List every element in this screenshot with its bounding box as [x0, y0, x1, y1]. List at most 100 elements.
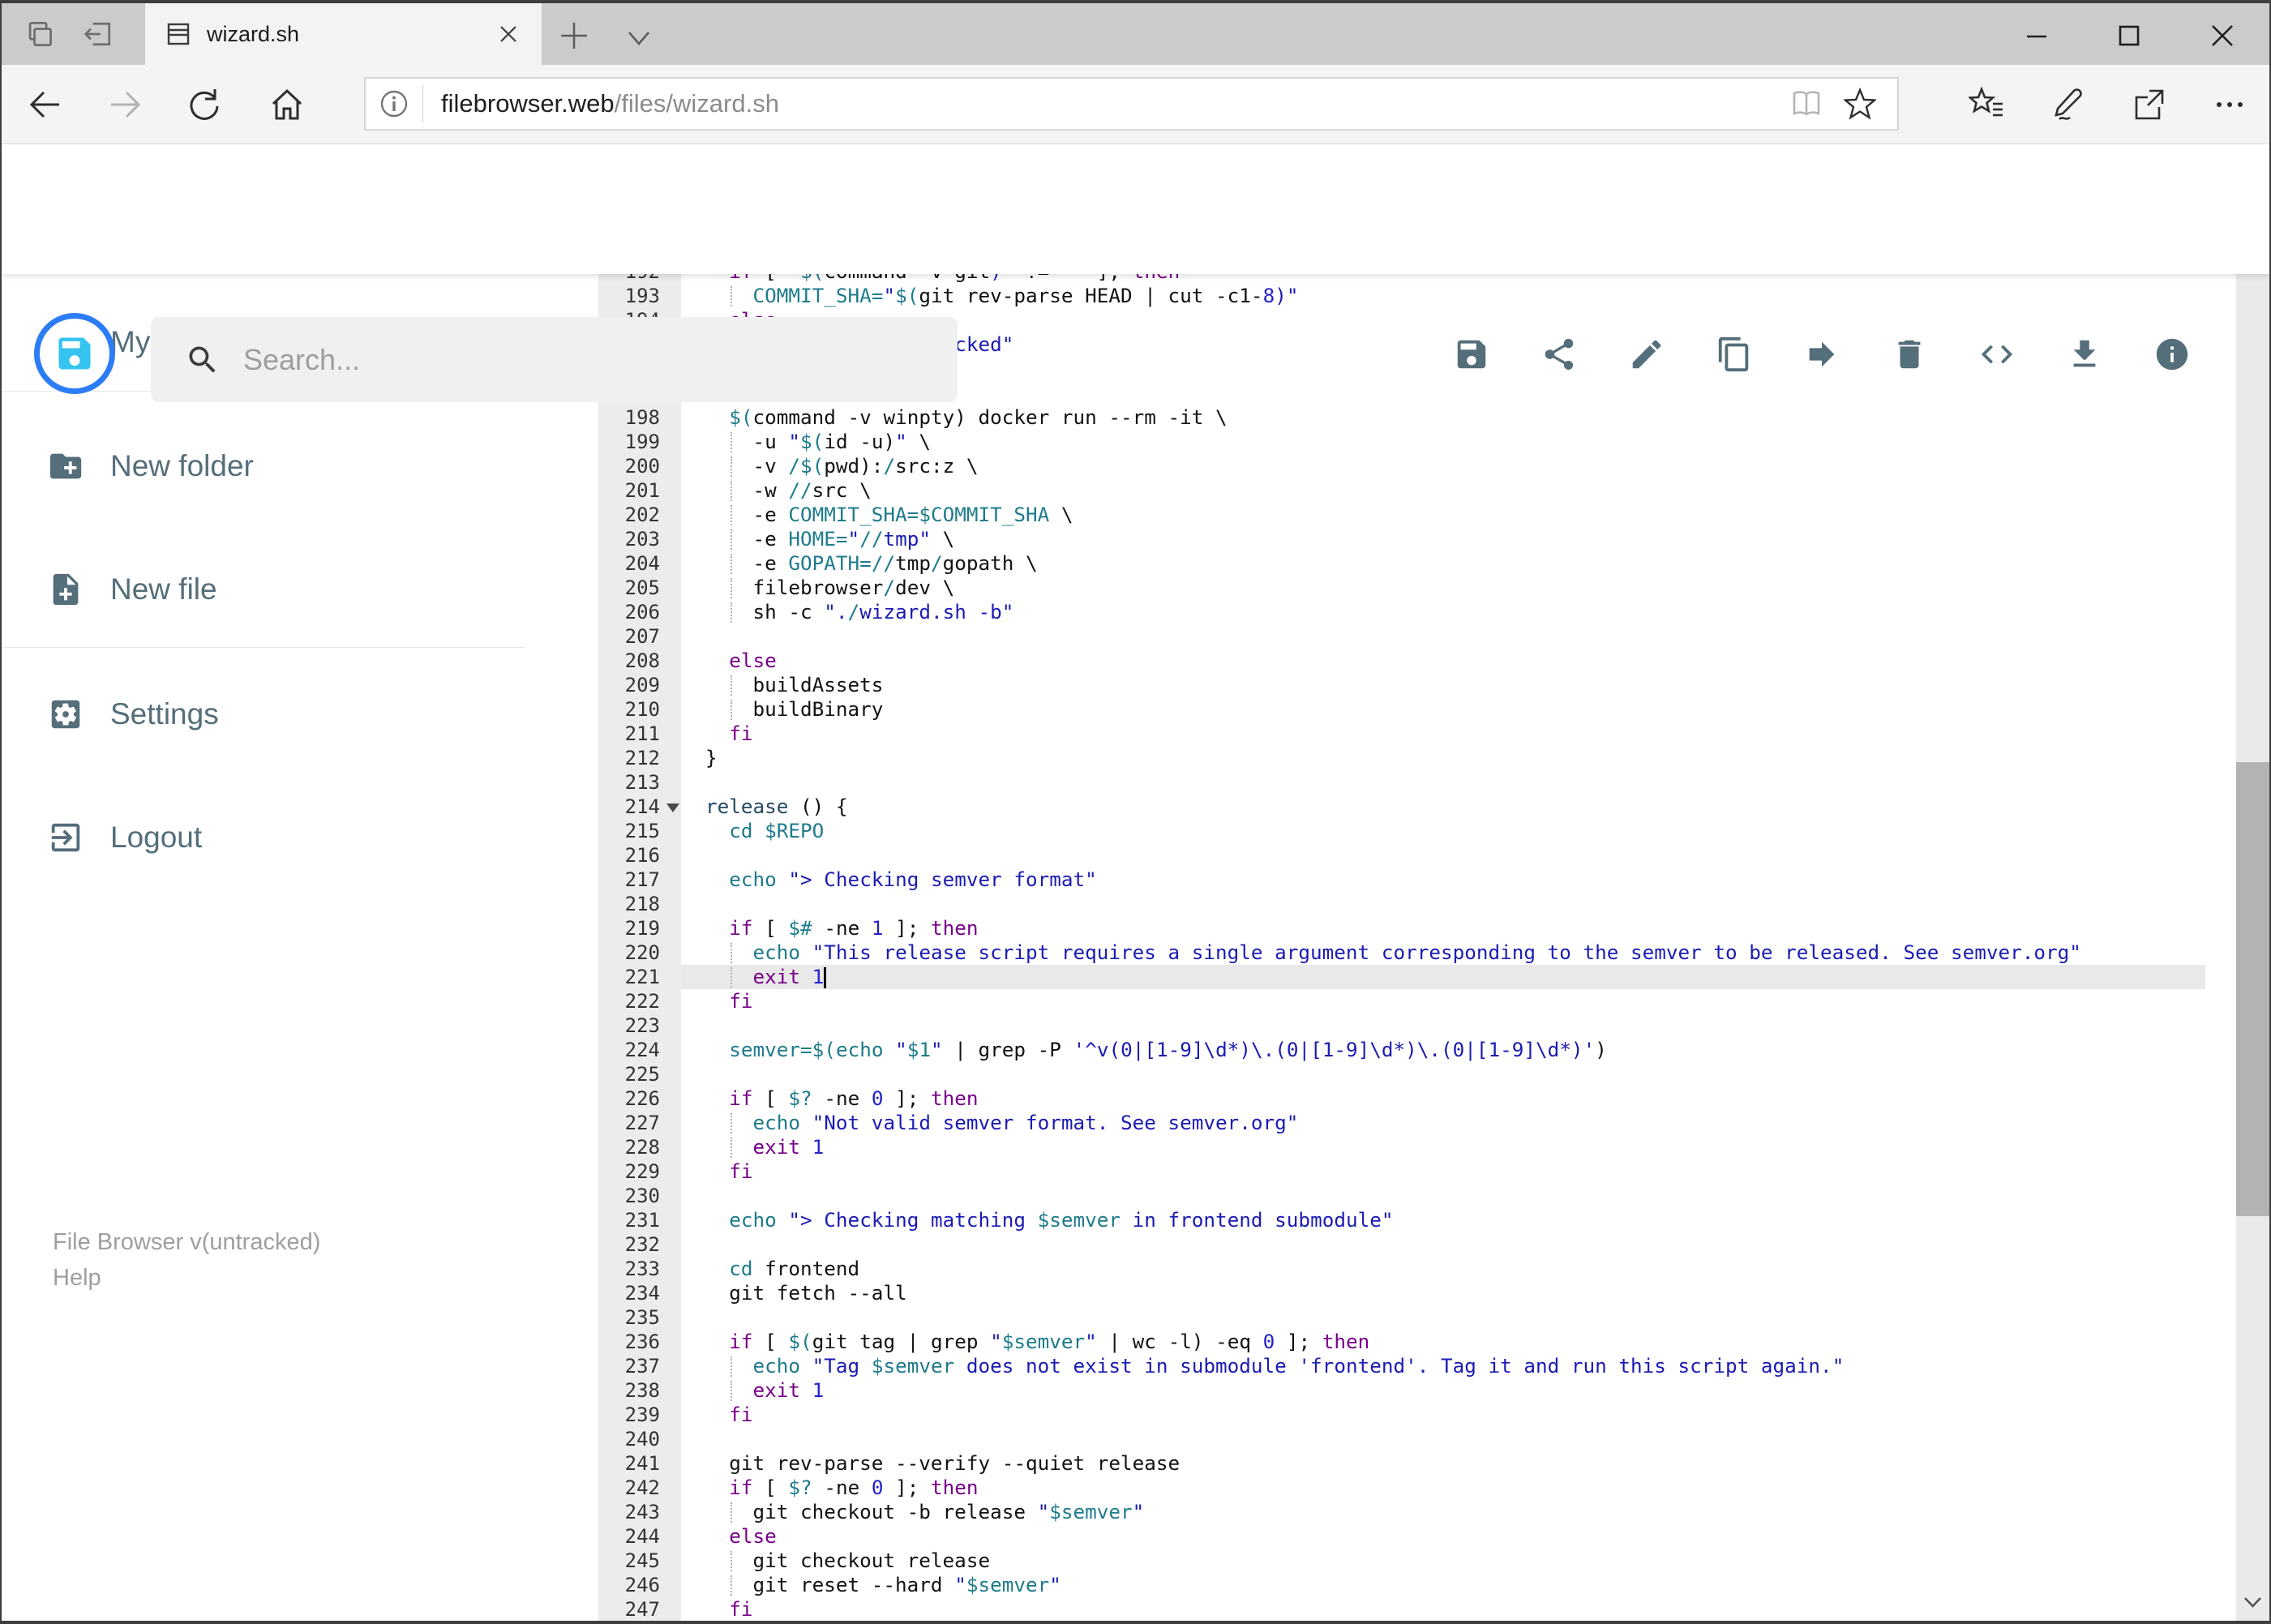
code-line[interactable]: 228 exit 1	[598, 1135, 2236, 1159]
code-text: -w //src \	[705, 478, 872, 502]
code-line[interactable]: 236 if [ $(git tag | grep "$semver" | wc…	[598, 1330, 2236, 1354]
scrollbar-thumb[interactable]	[2236, 762, 2269, 1216]
move-button[interactable]	[1803, 336, 1840, 373]
tab-dropdown-icon[interactable]	[623, 23, 655, 52]
back-icon[interactable]	[27, 86, 64, 123]
code-line[interactable]: 199 -u "$(id -u)" \	[598, 430, 2236, 454]
code-line[interactable]: 237 echo "Tag $semver does not exist in …	[598, 1354, 2236, 1378]
code-line[interactable]: 215 cd $REPO	[598, 819, 2236, 843]
fold-marker-icon[interactable]	[666, 803, 679, 812]
home-icon[interactable]	[268, 86, 306, 123]
forward-icon[interactable]	[106, 86, 144, 123]
download-button[interactable]	[2066, 336, 2103, 373]
code-line[interactable]: 205 filebrowser/dev \	[598, 576, 2236, 600]
sidebar-item-settings[interactable]: Settings	[2, 670, 525, 759]
reading-view-icon[interactable]	[1790, 88, 1823, 120]
code-line[interactable]: 213	[598, 770, 2236, 795]
code-line[interactable]: 208 else	[598, 649, 2236, 673]
code-line[interactable]: 229 fi	[598, 1159, 2236, 1184]
edit-button[interactable]	[1628, 336, 1665, 373]
tab-preview-icon[interactable]	[23, 18, 55, 50]
code-line[interactable]: 243 git checkout -b release "$semver"	[598, 1500, 2236, 1524]
code-line[interactable]: 234 git fetch --all	[598, 1281, 2236, 1305]
code-line[interactable]: 200 -v /$(pwd):/src:z \	[598, 454, 2236, 478]
code-line[interactable]: 238 exit 1	[598, 1378, 2236, 1403]
code-line[interactable]: 210 buildBinary	[598, 697, 2236, 722]
copy-button[interactable]	[1716, 336, 1753, 373]
minimize-button[interactable]	[2019, 18, 2055, 54]
sidebar-item-new-file[interactable]: New file	[2, 545, 525, 634]
code-line[interactable]: 209 buildAssets	[598, 673, 2236, 697]
code-editor[interactable]: 192 if [ "$(command -v git)" != "" ]; th…	[598, 274, 2236, 1621]
code-line[interactable]: 218	[598, 892, 2236, 916]
code-line[interactable]: 241 git rev-parse --verify --quiet relea…	[598, 1451, 2236, 1476]
code-line[interactable]: 223	[598, 1013, 2236, 1038]
code-line[interactable]: 239 fi	[598, 1403, 2236, 1427]
code-line[interactable]: 247 fi	[598, 1597, 2236, 1621]
code-line[interactable]: 231 echo "> Checking matching $semver in…	[598, 1208, 2236, 1232]
code-view-button[interactable]	[1978, 336, 2016, 373]
code-line[interactable]: 206 sh -c "./wizard.sh -b"	[598, 600, 2236, 624]
close-window-button[interactable]	[2205, 18, 2240, 54]
favorite-star-icon[interactable]	[1844, 88, 1876, 120]
code-line[interactable]: 246 git reset --hard "$semver"	[598, 1573, 2236, 1597]
more-menu-icon[interactable]	[2211, 86, 2248, 123]
code-line[interactable]: 211 fi	[598, 722, 2236, 746]
code-line[interactable]: 221 exit 1	[598, 965, 2236, 989]
share-page-icon[interactable]	[2130, 86, 2167, 123]
browser-tab[interactable]: wizard.sh	[145, 3, 542, 65]
set-tabs-aside-icon[interactable]	[83, 18, 115, 50]
code-line[interactable]: 198 $(command -v winpty) docker run --rm…	[598, 405, 2236, 430]
code-line[interactable]: 220 echo "This release script requires a…	[598, 941, 2236, 965]
sidebar-item-logout[interactable]: Logout	[2, 793, 525, 882]
share-button[interactable]	[1540, 336, 1578, 373]
help-link[interactable]: Help	[53, 1260, 320, 1296]
code-line[interactable]: 240	[598, 1427, 2236, 1451]
refresh-icon[interactable]	[186, 86, 223, 123]
code-line[interactable]: 203 -e HOME="//tmp" \	[598, 527, 2236, 551]
code-line[interactable]: 216	[598, 843, 2236, 868]
code-line[interactable]: 217 echo "> Checking semver format"	[598, 868, 2236, 892]
code-line[interactable]: 224 semver=$(echo "$1" | grep -P '^v(0|[…	[598, 1038, 2236, 1062]
code-line[interactable]: 225	[598, 1062, 2236, 1086]
code-line[interactable]: 232	[598, 1232, 2236, 1257]
delete-button[interactable]	[1891, 336, 1928, 373]
code-line[interactable]: 202 -e COMMIT_SHA=$COMMIT_SHA \	[598, 503, 2236, 527]
scroll-down-icon[interactable]	[2242, 1591, 2264, 1613]
code-line[interactable]: 201 -w //src \	[598, 478, 2236, 503]
hub-favorites-icon[interactable]	[1969, 86, 2006, 123]
code-line[interactable]: 235	[598, 1305, 2236, 1330]
page-scrollbar[interactable]	[2236, 144, 2269, 1621]
url-text[interactable]: filebrowser.web/files/wizard.sh	[441, 89, 1790, 118]
code-line[interactable]: 244 else	[598, 1524, 2236, 1549]
save-button[interactable]	[1453, 336, 1490, 373]
site-info-icon[interactable]	[379, 88, 409, 119]
code-text: echo "This release script requires a sin…	[752, 941, 2081, 964]
code-line[interactable]: 204 -e GOPATH=//tmp/gopath \	[598, 551, 2236, 576]
maximize-button[interactable]	[2111, 18, 2147, 54]
code-line[interactable]: 230	[598, 1184, 2236, 1208]
code-line[interactable]: 214 release () {	[598, 795, 2236, 819]
page-favicon-icon	[166, 22, 191, 46]
code-text: filebrowser/dev \	[705, 576, 955, 599]
address-bar[interactable]: filebrowser.web/files/wizard.sh	[364, 77, 1899, 131]
new-tab-icon[interactable]	[558, 19, 590, 52]
search-input[interactable]	[243, 342, 924, 377]
annotate-pen-icon[interactable]	[2048, 86, 2085, 123]
search-box[interactable]	[151, 317, 958, 402]
code-line[interactable]: 222 fi	[598, 989, 2236, 1013]
code-line[interactable]: 242 if [ $? -ne 0 ]; then	[598, 1476, 2236, 1500]
code-line[interactable]: 233 cd frontend	[598, 1257, 2236, 1281]
sidebar-item-new-folder[interactable]: New folder	[2, 422, 525, 511]
filebrowser-logo[interactable]	[34, 313, 115, 394]
code-line[interactable]: 245 git checkout release	[598, 1549, 2236, 1573]
code-line[interactable]: 207	[598, 624, 2236, 649]
code-line[interactable]: 219 if [ $# -ne 1 ]; then	[598, 916, 2236, 941]
code-line[interactable]: 212}	[598, 746, 2236, 770]
code-line[interactable]: 192 if [ "$(command -v git)" != "" ]; th…	[598, 274, 2236, 284]
code-line[interactable]: 226 if [ $? -ne 0 ]; then	[598, 1086, 2236, 1111]
code-line[interactable]: 227 echo "Not valid semver format. See s…	[598, 1111, 2236, 1135]
info-button[interactable]	[2153, 336, 2191, 373]
code-line[interactable]: 193 COMMIT_SHA="$(git rev-parse HEAD | c…	[598, 284, 2236, 308]
tab-close-icon[interactable]	[496, 22, 521, 46]
